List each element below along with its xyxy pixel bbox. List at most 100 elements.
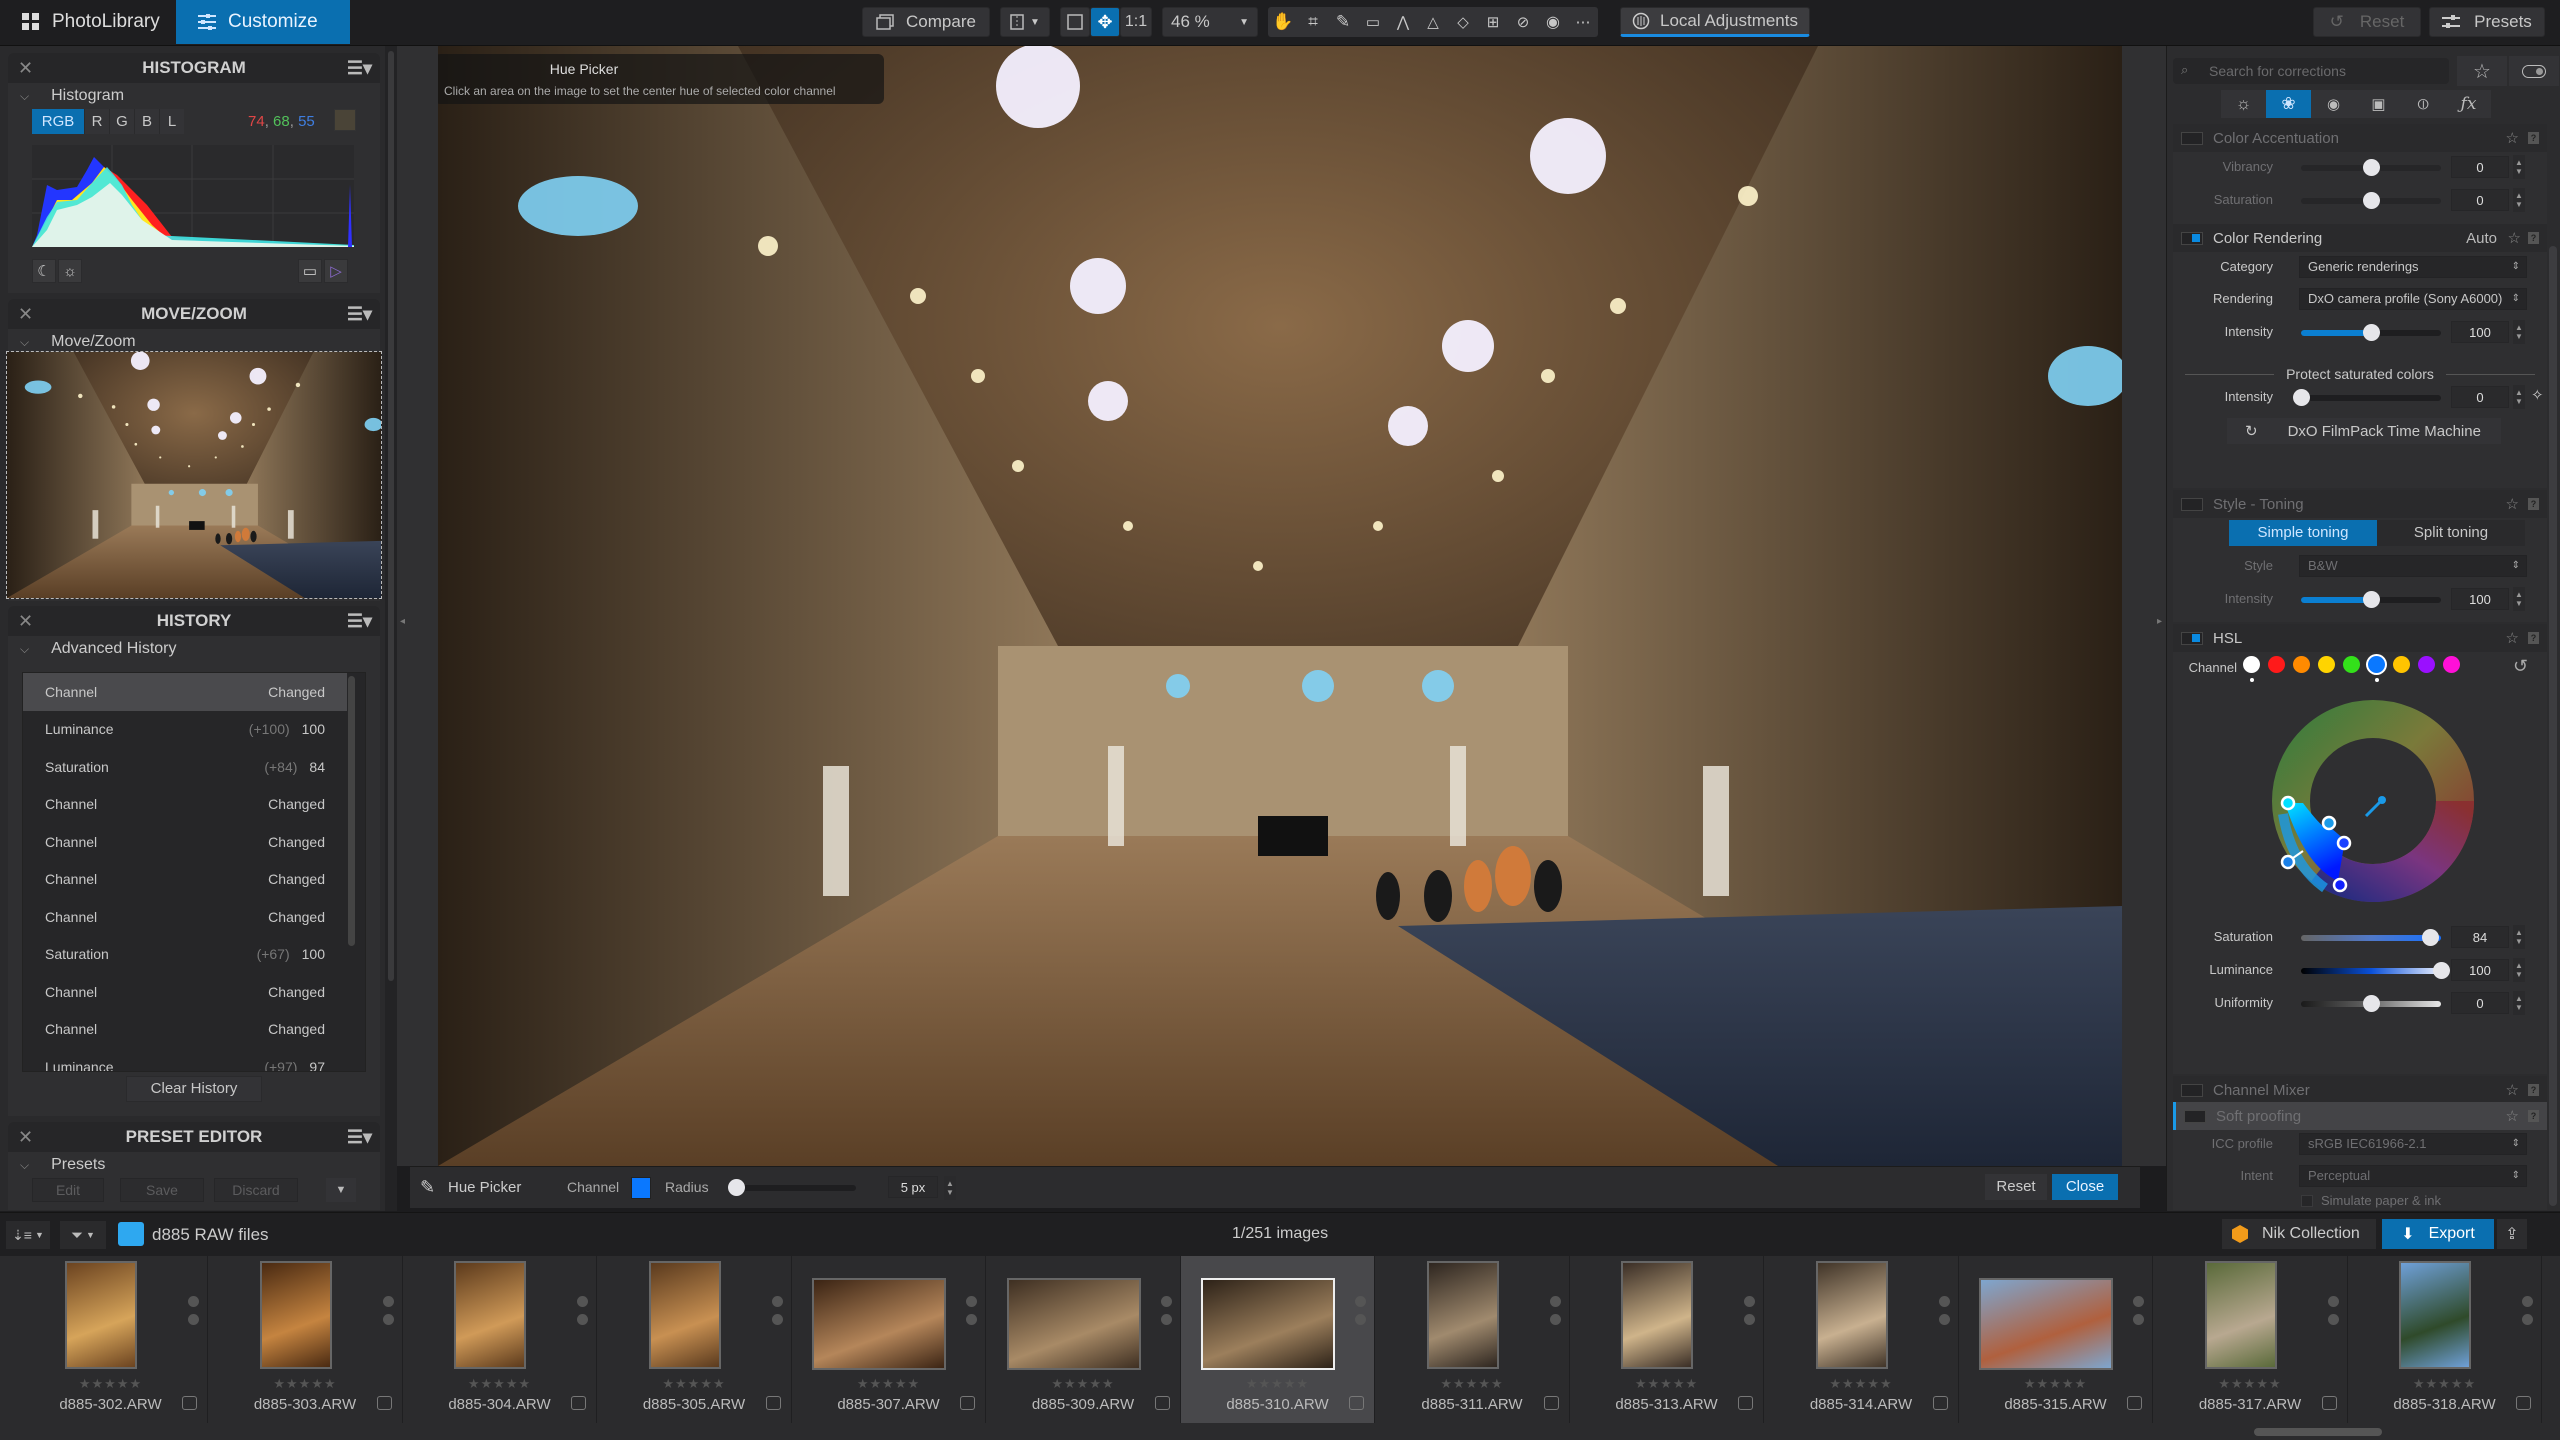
history-row[interactable]: Channel Changed: [23, 1011, 347, 1049]
close-icon[interactable]: ✕: [18, 58, 33, 79]
perspective-icon[interactable]: ⋀: [1388, 7, 1418, 37]
rendering-intensity-input[interactable]: 100: [2451, 321, 2509, 343]
history-row[interactable]: Saturation (+84) 84: [23, 748, 347, 786]
simulate-paper-checkbox[interactable]: [2301, 1195, 2313, 1207]
favorites-filter-button[interactable]: ☆: [2457, 56, 2507, 86]
hue-reset-button[interactable]: Reset: [1985, 1174, 2047, 1200]
enable-checkbox[interactable]: [2181, 631, 2203, 645]
color-label-dot[interactable]: [1744, 1296, 1755, 1307]
star-icon[interactable]: ☆: [2506, 1081, 2519, 1099]
intent-select[interactable]: Perceptual ⇕: [2299, 1165, 2527, 1187]
hsl-channel-red[interactable]: [2268, 656, 2285, 673]
pick-reject-dot[interactable]: [1744, 1314, 1755, 1325]
star-icon[interactable]: ☆: [2506, 1107, 2519, 1125]
history-row[interactable]: Channel Changed: [23, 673, 347, 711]
hsl-channel-orange[interactable]: [2293, 656, 2310, 673]
rendering-intensity-slider[interactable]: [2301, 324, 2441, 341]
light-tab-icon[interactable]: ☼: [2221, 90, 2266, 118]
radius-stepper[interactable]: ▲ ▼: [944, 1176, 956, 1200]
channel-mixer-header[interactable]: Channel Mixer ☆?: [2173, 1076, 2547, 1104]
color-label-dot[interactable]: [771, 1296, 783, 1307]
simple-toning-tab[interactable]: Simple toning: [2229, 520, 2377, 546]
preset-discard-button[interactable]: Discard: [214, 1178, 298, 1202]
hsl-channel-blue[interactable]: [2368, 656, 2385, 682]
radius-slider[interactable]: [727, 1179, 856, 1196]
local-tab-icon[interactable]: ⦶: [2401, 90, 2446, 118]
preset-save-button[interactable]: Save: [120, 1178, 204, 1202]
color-accentuation-header[interactable]: Color Accentuation ☆?: [2173, 124, 2547, 152]
crop-icon[interactable]: ⌗: [1298, 7, 1328, 37]
rendering-select[interactable]: DxO camera profile (Sony A6000) ⇕: [2299, 288, 2527, 310]
volume-deformation-icon[interactable]: △: [1418, 7, 1448, 37]
panel-menu-icon[interactable]: ☰▾: [347, 304, 372, 325]
filmstrip-thumbnail[interactable]: ★★★★★ d885-307.ARW: [792, 1256, 986, 1423]
filmstrip-thumbnail[interactable]: ★★★★★ d885-315.ARW: [1959, 1256, 2153, 1423]
filmstrip-scrollbar[interactable]: [2254, 1428, 2382, 1436]
rendering-intensity-stepper[interactable]: ▲ ▼: [2513, 320, 2525, 344]
pick-reject-dot[interactable]: [382, 1314, 394, 1325]
accentuation-saturation-input[interactable]: 0: [2451, 189, 2509, 211]
clear-history-button[interactable]: Clear History: [126, 1076, 262, 1102]
color-label-dot[interactable]: [188, 1296, 199, 1307]
active-only-toggle[interactable]: [2509, 56, 2559, 86]
reset-channel-icon[interactable]: ↺: [2513, 656, 2528, 677]
detail-tab-icon[interactable]: ◉: [2311, 90, 2356, 118]
share-button[interactable]: ⇪: [2497, 1219, 2527, 1249]
close-icon[interactable]: ✕: [18, 304, 33, 325]
close-icon[interactable]: ✕: [18, 1127, 33, 1148]
split-toning-tab[interactable]: Split toning: [2377, 520, 2525, 546]
rating-stars[interactable]: ★★★★★: [2154, 1376, 2347, 1392]
enable-checkbox[interactable]: [2181, 131, 2203, 145]
geometry-tab-icon[interactable]: ▣: [2356, 90, 2401, 118]
navigator-preview[interactable]: [6, 351, 382, 599]
color-label-dot[interactable]: [2522, 1296, 2533, 1307]
hsl-header[interactable]: HSL ☆?: [2173, 624, 2547, 652]
preset-options-dropdown[interactable]: ▼: [326, 1178, 356, 1202]
rating-stars[interactable]: ★★★★★: [209, 1376, 402, 1392]
filmstrip-thumbnail[interactable]: ★★★★★ d885-303.ARW: [209, 1256, 403, 1423]
rating-stars[interactable]: ★★★★★: [403, 1376, 596, 1392]
pick-reject-dot[interactable]: [2522, 1314, 2533, 1325]
hsl-luminance-input[interactable]: 100: [2451, 959, 2509, 981]
close-icon[interactable]: ✕: [18, 611, 33, 632]
history-row[interactable]: Luminance (+97) 97: [23, 1048, 347, 1071]
red-eye-icon[interactable]: ◉: [1538, 7, 1568, 37]
help-icon[interactable]: ?: [2528, 632, 2539, 644]
pick-reject-dot[interactable]: [966, 1314, 977, 1325]
reset-all-button[interactable]: ↺ Reset: [2313, 7, 2421, 37]
toning-intensity-stepper[interactable]: ▲ ▼: [2513, 587, 2525, 611]
rating-stars[interactable]: ★★★★★: [1959, 1376, 2152, 1392]
hsl-saturation-stepper[interactable]: ▲ ▼: [2513, 925, 2525, 949]
nik-collection-button[interactable]: Nik Collection: [2222, 1219, 2376, 1249]
panel-menu-icon[interactable]: ☰▾: [347, 611, 372, 632]
hsl-uniformity-input[interactable]: 0: [2451, 992, 2509, 1014]
pick-reject-dot[interactable]: [1938, 1314, 1950, 1325]
hsl-channel-magenta[interactable]: [2443, 656, 2460, 673]
panel-menu-icon[interactable]: ☰▾: [347, 58, 372, 79]
filmstrip-thumbnail[interactable]: ★★★★★ d885-305.ARW: [598, 1256, 792, 1423]
tab-customize[interactable]: Customize: [176, 0, 350, 44]
color-label-dot[interactable]: [2133, 1296, 2144, 1307]
hsl-channel-yellow[interactable]: [2318, 656, 2335, 673]
hsl-uniformity-slider[interactable]: [2301, 995, 2441, 1012]
pick-reject-dot[interactable]: [1160, 1314, 1172, 1325]
tab-photolibrary[interactable]: PhotoLibrary: [0, 0, 175, 44]
protect-intensity-stepper[interactable]: ▲ ▼: [2513, 385, 2525, 409]
histogram-section-header[interactable]: ⌵ Histogram: [8, 83, 380, 109]
channel-l-button[interactable]: L: [159, 109, 184, 134]
filmstrip-thumbnail[interactable]: ★★★★★ d885-318.ARW: [2348, 1256, 2542, 1423]
help-icon[interactable]: ?: [2528, 1084, 2539, 1096]
pick-reject-dot[interactable]: [1549, 1314, 1561, 1325]
soft-proofing-header[interactable]: Soft proofing ☆?: [2173, 1102, 2547, 1130]
toning-intensity-input[interactable]: 100: [2451, 588, 2509, 610]
hand-icon[interactable]: ✋: [1268, 7, 1298, 37]
filmstrip-thumbnail[interactable]: ★★★★★ d885-317.ARW: [2154, 1256, 2348, 1423]
hsl-saturation-input[interactable]: 84: [2451, 926, 2509, 948]
channel-g-button[interactable]: G: [109, 109, 134, 134]
filmstrip-thumbnail[interactable]: ★★★★★ d885-314.ARW: [1765, 1256, 1959, 1423]
right-panel-scrollbar[interactable]: [2549, 246, 2557, 1206]
export-button[interactable]: ⬇ Export: [2382, 1219, 2494, 1249]
hsl-channel-yellow-2[interactable]: [2393, 656, 2410, 673]
filmstrip-thumbnail[interactable]: ★★★★★ d885-302.ARW: [14, 1256, 208, 1423]
perspective-8pt-icon[interactable]: ◇: [1448, 7, 1478, 37]
